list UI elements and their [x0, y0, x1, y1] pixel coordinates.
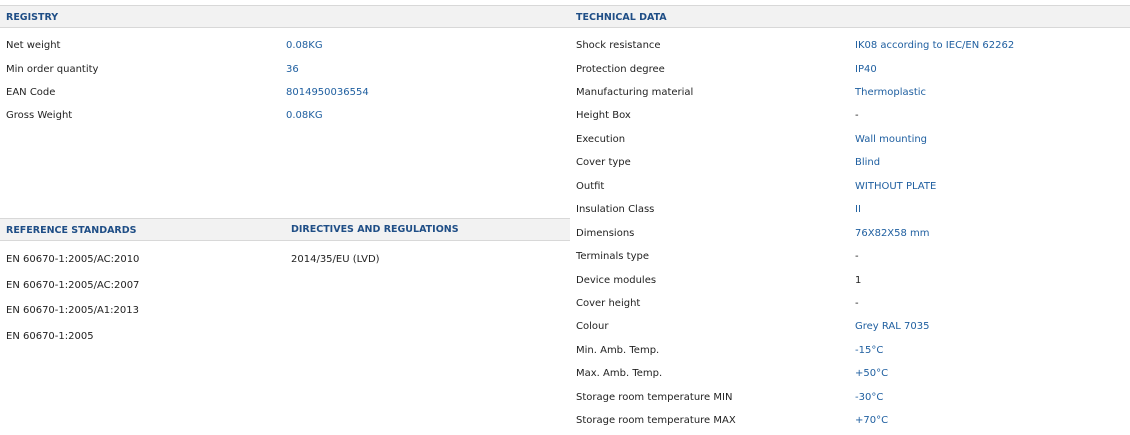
tech-value: IP40 — [855, 64, 877, 75]
tech-value: Grey RAL 7035 — [855, 321, 930, 332]
reference-standard-item: EN 60670-1:2005 — [6, 331, 94, 342]
tech-label: Protection degree — [576, 64, 665, 75]
tech-value: WITHOUT PLATE — [855, 181, 937, 192]
tech-value: - — [855, 110, 859, 121]
tech-label: Storage room temperature MIN — [576, 392, 733, 403]
reference-standard-item: EN 60670-1:2005/AC:2010 — [6, 254, 140, 265]
tech-value: IK08 according to IEC/EN 62262 — [855, 40, 1015, 51]
registry-value-net-weight: 0.08KG — [286, 40, 323, 51]
directive-item: 2014/35/EU (LVD) — [291, 254, 380, 265]
registry-label-gross-weight: Gross Weight — [6, 110, 73, 121]
tech-value: -15°C — [855, 345, 884, 356]
tech-label: Height Box — [576, 110, 631, 121]
tech-value: Thermoplastic — [855, 87, 927, 98]
tech-value: - — [855, 298, 859, 309]
tech-value: +70°C — [855, 415, 889, 426]
tech-value: Wall mounting — [855, 134, 928, 145]
technical-data-title: TECHNICAL DATA — [576, 12, 667, 23]
tech-value: Blind — [855, 157, 881, 168]
tech-label: Insulation Class — [576, 204, 655, 215]
tech-value: -30°C — [855, 392, 884, 403]
tech-label: Terminals type — [576, 251, 649, 262]
technical-data-header: TECHNICAL DATA — [570, 5, 1130, 28]
tech-label: Device modules — [576, 275, 657, 286]
tech-label: Outfit — [576, 181, 605, 192]
standards-header: REFERENCE STANDARDS DIRECTIVES AND REGUL… — [0, 218, 570, 241]
tech-label: Colour — [576, 321, 609, 332]
registry-value-gross-weight: 0.08KG — [286, 110, 323, 121]
reference-standard-item: EN 60670-1:2005/A1:2013 — [6, 305, 139, 316]
registry-header: REGISTRY — [0, 5, 570, 28]
registry-value-min-order: 36 — [286, 64, 299, 75]
reference-standards-title: REFERENCE STANDARDS — [6, 225, 137, 236]
tech-value: 76X82X58 mm — [855, 228, 930, 239]
directives-title: DIRECTIVES AND REGULATIONS — [291, 224, 459, 235]
tech-label: Max. Amb. Temp. — [576, 368, 663, 379]
tech-value: II — [855, 204, 861, 215]
tech-label: Storage room temperature MAX — [576, 415, 736, 426]
tech-label: Cover type — [576, 157, 631, 168]
reference-standard-item: EN 60670-1:2005/AC:2007 — [6, 280, 140, 291]
tech-value: +50°C — [855, 368, 889, 379]
tech-label: Execution — [576, 134, 626, 145]
registry-value-ean: 8014950036554 — [286, 87, 369, 98]
tech-label: Manufacturing material — [576, 87, 694, 98]
tech-value: - — [855, 251, 859, 262]
registry-label-net-weight: Net weight — [6, 40, 61, 51]
tech-value: 1 — [855, 275, 862, 286]
tech-label: Cover height — [576, 298, 641, 309]
registry-label-min-order: Min order quantity — [6, 64, 99, 75]
tech-label: Dimensions — [576, 228, 635, 239]
registry-title: REGISTRY — [6, 12, 59, 23]
tech-label: Min. Amb. Temp. — [576, 345, 660, 356]
registry-label-ean: EAN Code — [6, 87, 56, 98]
tech-label: Shock resistance — [576, 40, 661, 51]
